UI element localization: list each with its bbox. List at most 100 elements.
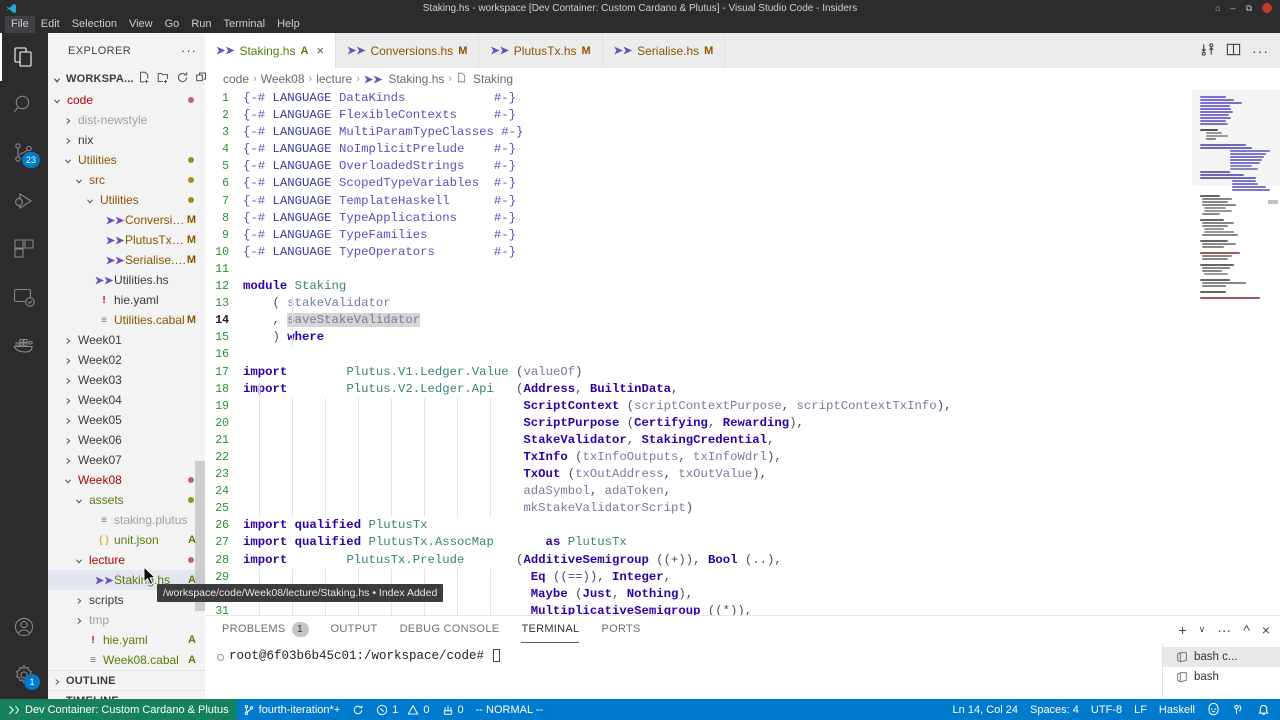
menu-bar[interactable]: File Edit Selection View Go Run Terminal…	[0, 16, 1280, 33]
breadcrumb-item[interactable]: Staking.hs	[388, 72, 444, 86]
editor-tab-plutustx-hs[interactable]: ➤➤PlutusTx.hsM	[479, 33, 602, 68]
tree-item[interactable]: Week04	[48, 390, 205, 410]
panel-tab-terminal[interactable]: TERMINAL	[521, 616, 579, 643]
twisty-icon[interactable]	[63, 155, 73, 165]
status-indentation[interactable]: Spaces: 4	[1024, 699, 1085, 720]
panel-tab-problems[interactable]: PROBLEMS1	[222, 616, 309, 643]
tree-item[interactable]: ➤➤Utilities.hs	[48, 270, 205, 290]
twisty-icon[interactable]	[63, 415, 73, 425]
twisty-icon[interactable]	[63, 475, 73, 485]
tree-item[interactable]: ≡Utilities.cabalM	[48, 310, 205, 330]
menu-run[interactable]: Run	[185, 16, 217, 33]
twisty-icon[interactable]	[63, 335, 73, 345]
status-branch[interactable]: fourth-iteration*+	[237, 699, 347, 720]
panel-maximize-icon[interactable]: ^	[1243, 623, 1250, 637]
status-sync[interactable]	[346, 699, 370, 720]
twisty-icon[interactable]	[96, 215, 106, 225]
status-problems[interactable]: 1 0	[370, 699, 435, 720]
tree-item[interactable]: ≡staking.plutus	[48, 510, 205, 530]
terminal-list-item[interactable]: bash	[1162, 667, 1280, 687]
panel-tab-debug-console[interactable]: DEBUG CONSOLE	[400, 616, 500, 643]
breadcrumb-item[interactable]: lecture	[316, 72, 352, 86]
code-line[interactable]: 24 adaSymbol, adaToken,	[205, 483, 1192, 500]
twisty-icon[interactable]	[85, 195, 95, 205]
editor-scrollbar[interactable]	[1266, 90, 1280, 615]
panel-more-icon[interactable]: ···	[1217, 623, 1231, 637]
editor-layout-icon[interactable]	[1226, 42, 1241, 60]
status-language-mode[interactable]: Haskell	[1153, 699, 1201, 720]
menu-file[interactable]: File	[5, 16, 35, 33]
code-line[interactable]: 11	[205, 261, 1192, 278]
twisty-icon[interactable]	[74, 175, 84, 185]
status-encoding[interactable]: UTF-8	[1085, 699, 1128, 720]
activity-settings[interactable]: 1	[0, 651, 48, 699]
twisty-icon[interactable]	[74, 615, 84, 625]
minimize-button[interactable]: –	[1231, 4, 1236, 13]
code-line[interactable]: 1{-# LANGUAGE DataKinds #-}	[205, 90, 1192, 107]
twisty-icon[interactable]	[85, 275, 95, 285]
code-line[interactable]: 10{-# LANGUAGE TypeOperators #-}	[205, 244, 1192, 261]
status-smiley-icon[interactable]	[1201, 699, 1226, 720]
code-line[interactable]: 31 MultiplicativeSemigroup ((*)),	[205, 603, 1192, 615]
editor-scrollbar-thumb[interactable]	[1268, 200, 1278, 204]
panel-tab-output[interactable]: OUTPUT	[331, 616, 378, 643]
refresh-icon[interactable]	[176, 71, 189, 87]
code-line[interactable]: 3{-# LANGUAGE MultiParamTypeClasses #-}	[205, 124, 1192, 141]
status-ports[interactable]: 0	[436, 699, 470, 720]
code-line[interactable]: 28import PlutusTx.Prelude (AdditiveSemig…	[205, 552, 1192, 569]
tree-item[interactable]: !hie.yaml	[48, 290, 205, 310]
new-folder-icon[interactable]	[157, 71, 170, 87]
code-line[interactable]: 4{-# LANGUAGE NoImplicitPrelude #-}	[205, 141, 1192, 158]
new-terminal-icon[interactable]: +	[1178, 623, 1186, 637]
twisty-icon[interactable]	[74, 655, 84, 665]
code-line[interactable]: 2{-# LANGUAGE FlexibleContexts #-}	[205, 107, 1192, 124]
code-line[interactable]: 14 , saveStakeValidator	[205, 312, 1192, 329]
code-lines[interactable]: 1{-# LANGUAGE DataKinds #-}2{-# LANGUAGE…	[205, 90, 1192, 615]
status-eol[interactable]: LF	[1128, 699, 1153, 720]
tree-item[interactable]: Week03	[48, 370, 205, 390]
split-editor-icon[interactable]	[1200, 42, 1215, 60]
twisty-icon[interactable]	[63, 115, 73, 125]
terminal-output[interactable]: root@6f03b6b45c01:/workspace/code#	[205, 643, 1162, 699]
tree-item[interactable]: assets	[48, 490, 205, 510]
editor-tab-actions[interactable]: ···	[1189, 33, 1280, 68]
menu-help[interactable]: Help	[271, 16, 306, 33]
twisty-icon[interactable]	[63, 355, 73, 365]
code-editor[interactable]: 1{-# LANGUAGE DataKinds #-}2{-# LANGUAGE…	[205, 90, 1280, 615]
twisty-icon[interactable]	[85, 295, 95, 305]
activity-source-control[interactable]: 23	[0, 129, 48, 177]
activity-accounts[interactable]	[0, 603, 48, 651]
code-line[interactable]: 26import qualified PlutusTx	[205, 517, 1192, 534]
code-line[interactable]: 22 TxInfo (txInfoOutputs, txInfoWdrl),	[205, 449, 1192, 466]
maximize-button[interactable]: ⧉	[1246, 4, 1252, 13]
panel-close-icon[interactable]: ×	[1262, 623, 1270, 637]
twisty-icon[interactable]	[96, 255, 106, 265]
twisty-icon[interactable]	[85, 535, 95, 545]
breadcrumb[interactable]: code›Week08›lecture›➤➤Staking.hs›Staking	[205, 68, 1280, 90]
sidebar-section-timeline[interactable]: TIMELINE	[48, 690, 205, 699]
file-tree[interactable]: codedist-newstylenixUtilitiessrcUtilitie…	[48, 90, 205, 699]
activity-explorer[interactable]	[0, 33, 48, 81]
activity-search[interactable]	[0, 81, 48, 129]
twisty-icon[interactable]	[85, 315, 95, 325]
panel-tab-ports[interactable]: PORTS	[601, 616, 640, 643]
editor-tabs[interactable]: ➤➤Staking.hsA×➤➤Conversions.hsM➤➤PlutusT…	[205, 33, 1280, 68]
twisty-icon[interactable]	[96, 235, 106, 245]
code-line[interactable]: 23 TxOut (txOutAddress, txOutValue),	[205, 466, 1192, 483]
terminal-instance-list[interactable]: bash c...bash	[1162, 643, 1280, 699]
twisty-icon[interactable]	[74, 495, 84, 505]
tree-item[interactable]: Utilities	[48, 190, 205, 210]
code-line[interactable]: 12module Staking	[205, 278, 1192, 295]
menu-view[interactable]: View	[123, 16, 159, 33]
collapse-all-icon[interactable]	[195, 71, 208, 87]
twisty-icon[interactable]	[52, 676, 62, 686]
tree-item[interactable]: !hie.yamlA	[48, 630, 205, 650]
twisty-icon[interactable]	[52, 95, 62, 105]
tree-item[interactable]: Week07	[48, 450, 205, 470]
close-button[interactable]	[1262, 3, 1272, 13]
tree-item[interactable]: code	[48, 90, 205, 110]
code-line[interactable]: 15 ) where	[205, 329, 1192, 346]
activity-extensions[interactable]	[0, 225, 48, 273]
editor-tab-staking-hs[interactable]: ➤➤Staking.hsA×	[205, 33, 336, 68]
code-line[interactable]: 8{-# LANGUAGE TypeApplications #-}	[205, 210, 1192, 227]
